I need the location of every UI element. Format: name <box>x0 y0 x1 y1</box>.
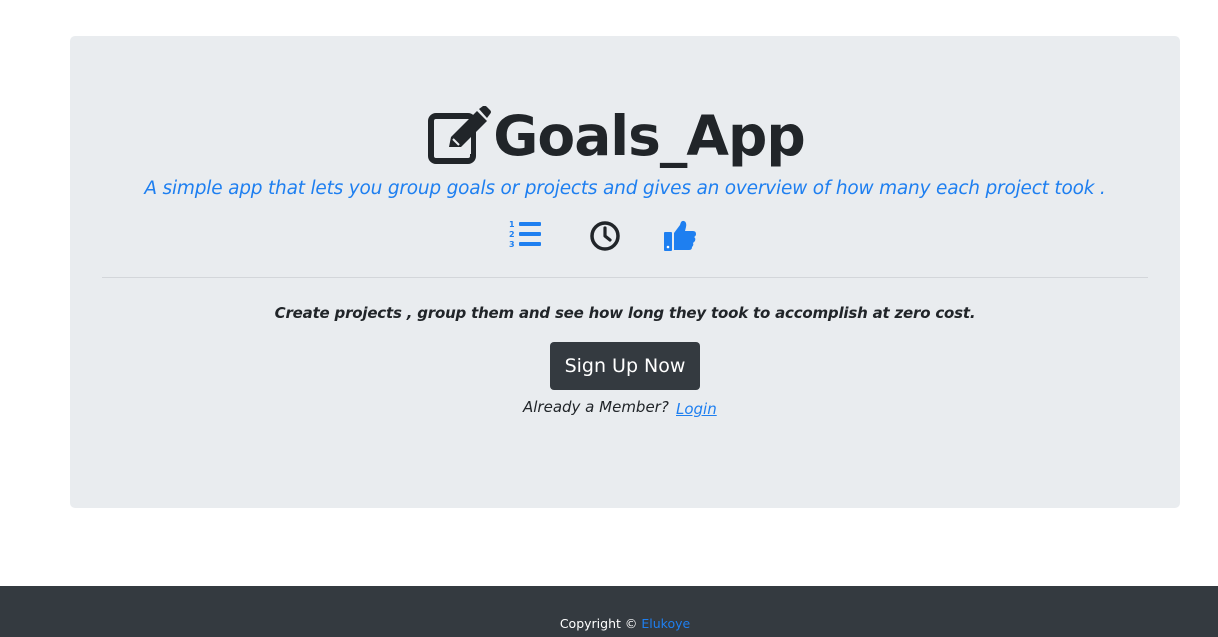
svg-text:2: 2 <box>509 230 515 239</box>
svg-text:1: 1 <box>509 220 515 229</box>
login-link[interactable]: Login <box>676 400 717 418</box>
sign-up-button[interactable]: Sign Up Now <box>550 342 700 390</box>
copyright: Copyright © Elukoye <box>0 616 1218 631</box>
app-title: Goals_App <box>493 104 805 168</box>
lead-text: A simple app that lets you group goals o… <box>144 178 1106 199</box>
divider <box>102 277 1148 278</box>
author-link[interactable]: Elukoye <box>641 616 690 631</box>
edit-icon <box>428 106 492 164</box>
clock-icon <box>590 221 620 251</box>
thumbs-up-icon <box>664 220 696 251</box>
svg-text:3: 3 <box>509 240 515 249</box>
copyright-text: Copyright © <box>559 616 638 631</box>
footer: Copyright © Elukoye <box>0 586 1218 637</box>
hero-title: Goals_App <box>427 104 806 168</box>
member-prompt: Already a Member? <box>523 398 669 416</box>
hero-title-row: Goals_App <box>0 104 1218 168</box>
ordered-list-icon: 1 2 3 <box>509 220 541 249</box>
tagline: Create projects , group them and see how… <box>274 304 976 322</box>
feature-icons: 1 2 3 <box>0 219 1218 255</box>
